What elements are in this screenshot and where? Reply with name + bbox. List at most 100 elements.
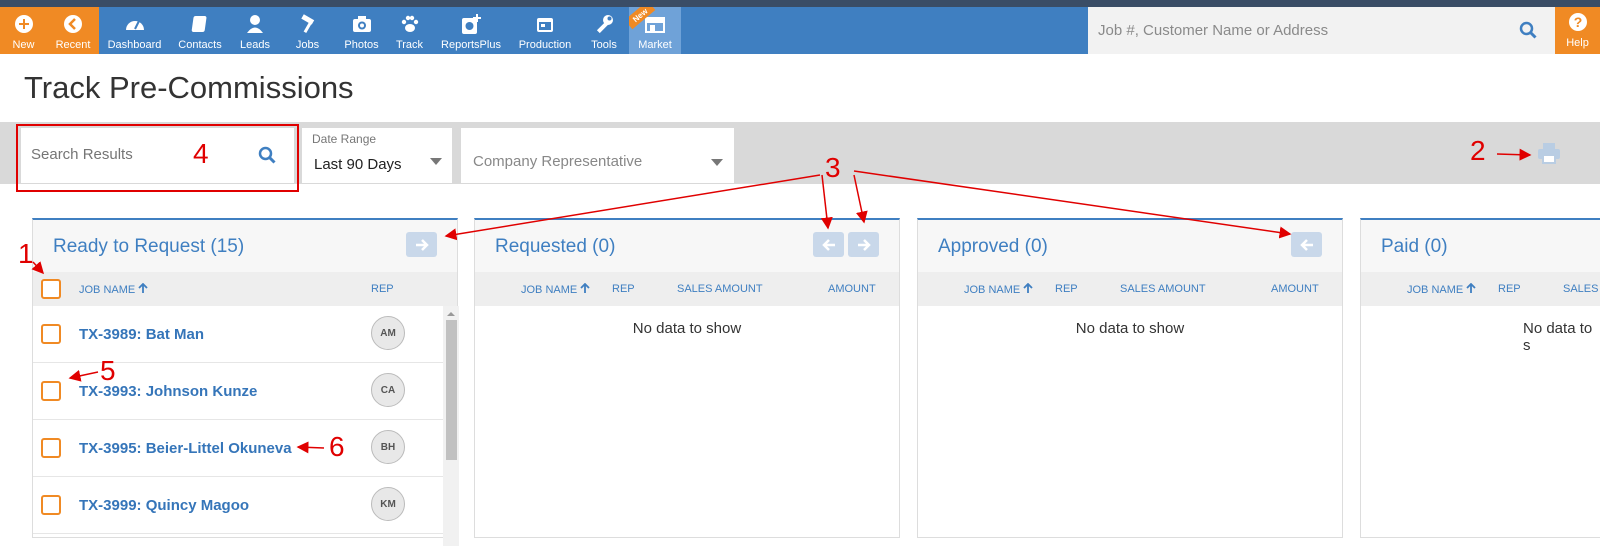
- avatar: AM: [371, 316, 405, 350]
- annotation-label-2: 2: [1470, 135, 1486, 166]
- back-circle-icon: [63, 11, 83, 37]
- arrow-up-icon: [580, 282, 590, 293]
- date-range-value: Last 90 Days: [314, 156, 402, 173]
- company-rep-placeholder: Company Representative: [473, 153, 643, 170]
- panel-requested-header: Requested (0): [475, 220, 899, 272]
- nav-recent-button[interactable]: Recent: [47, 7, 99, 54]
- nav-reportsplus-label: ReportsPlus: [441, 39, 501, 51]
- annotation-label-4: 4: [193, 138, 209, 169]
- row-checkbox[interactable]: [41, 438, 61, 458]
- arrow-up-icon: [138, 282, 148, 293]
- move-left-button[interactable]: [813, 232, 844, 257]
- col-job-name-label: JOB NAME: [1407, 284, 1464, 296]
- col-job-name-sort[interactable]: JOB NAME: [521, 282, 590, 296]
- panel-ready-header: Ready to Request (15): [33, 220, 457, 272]
- date-range-label: Date Range: [312, 132, 377, 146]
- print-icon[interactable]: [1537, 142, 1561, 169]
- col-rep-label: REP: [1055, 283, 1078, 295]
- col-rep-label: REP: [612, 283, 635, 295]
- col-rep-label: REP: [1498, 283, 1521, 295]
- move-right-button[interactable]: [406, 232, 437, 257]
- col-job-name-sort[interactable]: JOB NAME: [1407, 282, 1476, 296]
- nav-tools[interactable]: Tools: [579, 7, 629, 54]
- col-job-name-sort[interactable]: JOB NAME: [79, 282, 148, 296]
- help-question-icon: ?: [1568, 12, 1588, 35]
- hammer-icon: [298, 11, 318, 37]
- nav-reportsplus[interactable]: ReportsPlus: [431, 7, 511, 54]
- table-row: TX-3999: Quincy Magoo KM: [33, 477, 443, 534]
- date-range-select[interactable]: Date Range Last 90 Days: [302, 128, 452, 183]
- nav-new-button[interactable]: New: [0, 7, 47, 54]
- nav-track-label: Track: [395, 39, 424, 51]
- table-row: TX-3993: Johnson Kunze CA: [33, 363, 443, 420]
- panel-paid-column-header: JOB NAME REP SALES A: [1361, 272, 1600, 306]
- nav-leads[interactable]: Leads: [230, 7, 280, 54]
- camera-icon: [352, 11, 372, 37]
- job-name-link[interactable]: TX-3989: Bat Man: [79, 326, 204, 343]
- search-icon[interactable]: [1519, 21, 1537, 44]
- scrollbar[interactable]: [443, 306, 459, 546]
- panel-paid-header: Paid (0): [1361, 220, 1600, 272]
- col-sales-amount-label: SALES AMOUNT: [1120, 283, 1206, 295]
- move-right-button[interactable]: [848, 232, 879, 257]
- nav-contacts[interactable]: Contacts: [170, 7, 230, 54]
- calendar-icon: [536, 11, 554, 37]
- scrollbar-thumb[interactable]: [446, 320, 457, 460]
- panel-approved-title: Approved (0): [938, 236, 1048, 257]
- table-row: TX-3995: Beier-Littel Okuneva BH: [33, 420, 443, 477]
- row-checkbox[interactable]: [41, 495, 61, 515]
- panel-requested-title: Requested (0): [495, 236, 616, 257]
- chevron-down-icon: [430, 158, 442, 165]
- company-rep-select[interactable]: Company Representative: [461, 128, 734, 183]
- panel-requested: Requested (0) JOB NAME REP SALES AMOUNT …: [474, 218, 900, 538]
- col-job-name-label: JOB NAME: [964, 284, 1021, 296]
- nav-jobs[interactable]: Jobs: [280, 7, 335, 54]
- help-button[interactable]: ? Help: [1555, 7, 1600, 54]
- panel-paid-title: Paid (0): [1381, 236, 1448, 257]
- scroll-up-icon: [447, 312, 455, 316]
- arrow-left-icon: [1299, 238, 1313, 251]
- report-plus-icon: [460, 11, 482, 37]
- empty-state: No data to show: [632, 320, 742, 337]
- nav-tools-label: Tools: [591, 39, 617, 51]
- nav-market[interactable]: New Market: [629, 7, 681, 54]
- nav-photos[interactable]: Photos: [335, 7, 388, 54]
- row-checkbox[interactable]: [41, 381, 61, 401]
- nav-new-label: New: [12, 39, 35, 51]
- nav-production-label: Production: [518, 39, 572, 51]
- plus-circle-icon: [14, 11, 34, 37]
- panel-ready-title: Ready to Request (15): [53, 236, 245, 257]
- empty-state: No data to show: [1075, 320, 1185, 337]
- avatar: KM: [371, 487, 405, 521]
- arrow-right-icon: [857, 238, 871, 251]
- job-name-link[interactable]: TX-3995: Beier-Littel Okuneva: [79, 440, 292, 457]
- job-name-link[interactable]: TX-3999: Quincy Magoo: [79, 497, 249, 514]
- nav-market-label: Market: [638, 39, 672, 51]
- global-search-input[interactable]: [1098, 17, 1498, 43]
- panel-approved-header: Approved (0): [918, 220, 1342, 272]
- annotation-label-3: 3: [825, 152, 841, 183]
- col-sales-amount-label: SALES AMOUNT: [677, 283, 763, 295]
- move-left-button[interactable]: [1291, 232, 1322, 257]
- col-amount-label: AMOUNT: [1271, 283, 1319, 295]
- annotation-label-5: 5: [100, 355, 116, 386]
- col-rep-label: REP: [371, 283, 394, 295]
- nav-contacts-label: Contacts: [178, 39, 222, 51]
- nav-production[interactable]: Production: [511, 7, 579, 54]
- arrow-up-icon: [1466, 282, 1476, 293]
- svg-text:?: ?: [1573, 14, 1582, 30]
- nav-dashboard[interactable]: Dashboard: [99, 7, 170, 54]
- col-job-name-sort[interactable]: JOB NAME: [964, 282, 1033, 296]
- col-job-name-label: JOB NAME: [521, 284, 578, 296]
- row-checkbox[interactable]: [41, 324, 61, 344]
- avatar: CA: [371, 373, 405, 407]
- col-sales-amount-label: SALES A: [1563, 283, 1600, 295]
- nav-track[interactable]: Track: [388, 7, 431, 54]
- avatar: BH: [371, 430, 405, 464]
- table-row: TX-3989: Bat Man AM: [33, 306, 443, 363]
- paw-icon: [400, 11, 420, 37]
- help-label: Help: [1566, 37, 1589, 49]
- panel-approved: Approved (0) JOB NAME REP SALES AMOUNT A…: [917, 218, 1343, 538]
- person-icon: [246, 11, 264, 37]
- select-all-checkbox[interactable]: [41, 279, 61, 299]
